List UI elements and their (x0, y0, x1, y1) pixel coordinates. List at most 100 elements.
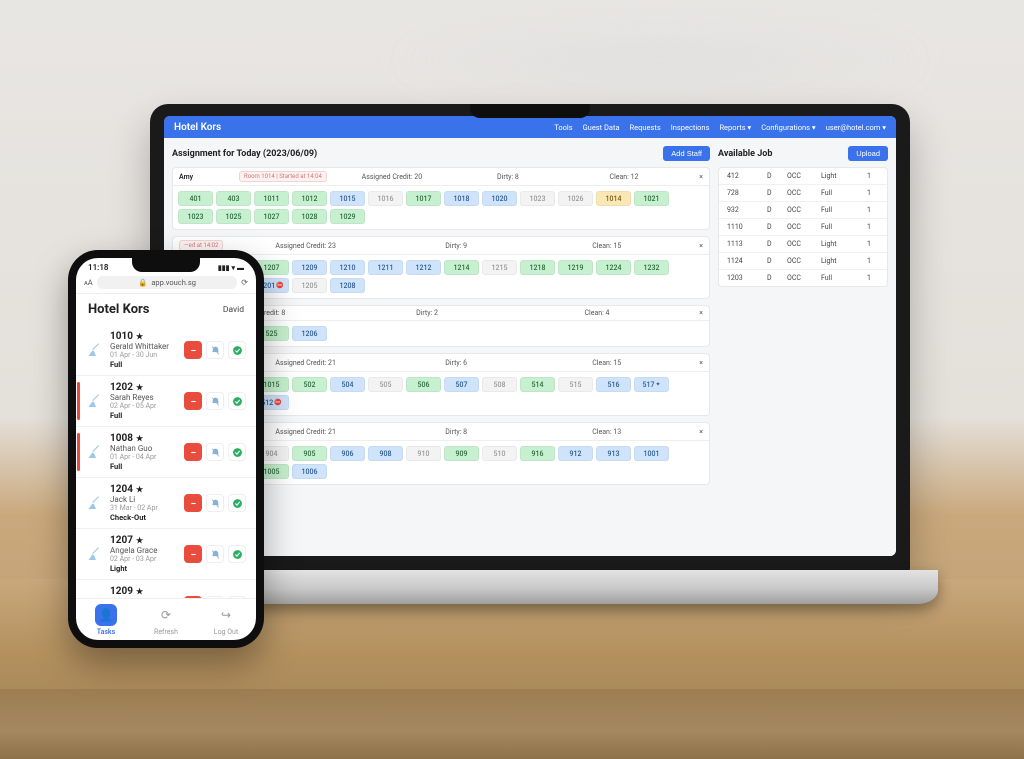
close-icon[interactable]: × (689, 359, 703, 367)
room-chip[interactable]: 912 (558, 446, 593, 461)
room-chip[interactable]: 909 (444, 446, 479, 461)
room-chip[interactable]: 908 (368, 446, 403, 461)
room-chip[interactable]: 1011 (254, 191, 289, 206)
room-chip[interactable]: 1018 (444, 191, 479, 206)
room-chip[interactable]: 1028 (292, 209, 327, 224)
room-chip[interactable]: 913 (596, 446, 631, 461)
task-row[interactable]: 1207★ Angela Grace 02 Apr - 03 Apr Light (76, 529, 256, 580)
url-field[interactable]: 🔒 app.vouch.sg (97, 276, 238, 289)
current-user[interactable]: David (223, 305, 244, 315)
dnd-button[interactable] (184, 443, 202, 461)
room-chip[interactable]: 508 (482, 377, 517, 392)
room-chip[interactable]: 1001 (634, 446, 669, 461)
room-chip[interactable]: 1232 (634, 260, 669, 275)
room-chip[interactable]: 504 (330, 377, 365, 392)
nav-item[interactable]: Configurations ▾ (761, 123, 815, 132)
room-chip[interactable]: 1214 (444, 260, 479, 275)
room-chip[interactable]: 506 (406, 377, 441, 392)
dnd-button[interactable] (184, 545, 202, 563)
room-chip[interactable]: 1211 (368, 260, 403, 275)
done-button[interactable] (228, 443, 246, 461)
close-icon[interactable]: × (689, 428, 703, 436)
room-chip[interactable]: 1029 (330, 209, 365, 224)
upload-button[interactable]: Upload (848, 146, 888, 161)
room-chip[interactable]: 1205 (292, 278, 327, 293)
nav-item[interactable]: Tools (554, 123, 572, 132)
room-chip[interactable]: 1224 (596, 260, 631, 275)
close-icon[interactable]: × (689, 242, 703, 250)
room-chip[interactable]: 516 (596, 377, 631, 392)
tab-refresh[interactable]: ⟳ Refresh (136, 599, 196, 640)
available-job-row[interactable]: 412 D OCC Light 1 (719, 168, 887, 185)
available-job-row[interactable]: 1124 D OCC Light 1 (719, 253, 887, 270)
nav-item[interactable]: Guest Data (583, 123, 620, 132)
available-job-row[interactable]: 1113 D OCC Light 1 (719, 236, 887, 253)
room-chip[interactable]: 910 (406, 446, 441, 461)
room-chip[interactable]: 1023 (520, 191, 555, 206)
nav-item[interactable]: Reports ▾ (719, 123, 751, 132)
room-chip[interactable]: 1012 (292, 191, 327, 206)
nav-item[interactable]: Inspections (671, 123, 710, 132)
mute-button[interactable] (206, 545, 224, 563)
room-chip[interactable]: 507 (444, 377, 479, 392)
dnd-button[interactable] (184, 494, 202, 512)
available-job-row[interactable]: 1203 D OCC Full 1 (719, 270, 887, 286)
add-staff-button[interactable]: Add Staff (663, 146, 710, 161)
dnd-button[interactable] (184, 341, 202, 359)
room-chip[interactable]: 1209 (292, 260, 327, 275)
tab-tasks[interactable]: 👤 Tasks (76, 599, 136, 640)
room-chip[interactable]: 1006 (292, 464, 327, 479)
task-row[interactable]: 1010★ Gerald Whittaker 01 Apr - 30 Jun F… (76, 325, 256, 376)
room-chip[interactable]: 1021 (634, 191, 669, 206)
done-button[interactable] (228, 596, 246, 598)
done-button[interactable] (228, 545, 246, 563)
dnd-button[interactable] (184, 392, 202, 410)
room-chip[interactable]: 916 (520, 446, 555, 461)
room-chip[interactable]: 1208 (330, 278, 365, 293)
room-chip[interactable]: 905 (292, 446, 327, 461)
room-chip[interactable]: 517✦ (634, 377, 669, 392)
nav-item[interactable]: user@hotel.com ▾ (826, 123, 886, 132)
room-chip[interactable]: 1218 (520, 260, 555, 275)
available-job-row[interactable]: 1110 D OCC Full 1 (719, 219, 887, 236)
room-chip[interactable]: 401 (178, 191, 213, 206)
mute-button[interactable] (206, 494, 224, 512)
room-chip[interactable]: 505 (368, 377, 403, 392)
room-chip[interactable]: 515 (558, 377, 593, 392)
room-chip[interactable]: 1014 (596, 191, 631, 206)
room-chip[interactable]: 1017 (406, 191, 441, 206)
done-button[interactable] (228, 494, 246, 512)
tab-logout[interactable]: ↪ Log Out (196, 599, 256, 640)
mute-button[interactable] (206, 596, 224, 598)
mute-button[interactable] (206, 443, 224, 461)
room-chip[interactable]: 1016 (368, 191, 403, 206)
room-chip[interactable]: 502 (292, 377, 327, 392)
close-icon[interactable]: × (689, 173, 703, 181)
room-chip[interactable]: 1020 (482, 191, 517, 206)
room-chip[interactable]: 1023 (178, 209, 213, 224)
room-chip[interactable]: 1026 (558, 191, 593, 206)
room-chip[interactable]: 1027 (254, 209, 289, 224)
room-chip[interactable]: 1219 (558, 260, 593, 275)
room-chip[interactable]: 1210 (330, 260, 365, 275)
mute-button[interactable] (206, 392, 224, 410)
nav-item[interactable]: Requests (630, 123, 661, 132)
room-chip[interactable]: 1215 (482, 260, 517, 275)
task-row[interactable]: 1202★ Sarah Reyes 02 Apr - 05 Apr Full (76, 376, 256, 427)
room-chip[interactable]: 403 (216, 191, 251, 206)
mute-button[interactable] (206, 341, 224, 359)
room-chip[interactable]: 510 (482, 446, 517, 461)
done-button[interactable] (228, 392, 246, 410)
room-chip[interactable]: 514 (520, 377, 555, 392)
available-job-row[interactable]: 728 D OCC Full 1 (719, 185, 887, 202)
task-row[interactable]: 1209★ Michelle Tent 02 Apr - 03 Apr Touc… (76, 580, 256, 598)
room-chip[interactable]: 1015 (330, 191, 365, 206)
refresh-icon[interactable]: ⟳ (241, 278, 248, 287)
available-job-row[interactable]: 932 D OCC Full 1 (719, 202, 887, 219)
task-list[interactable]: 1010★ Gerald Whittaker 01 Apr - 30 Jun F… (76, 325, 256, 598)
task-row[interactable]: 1008★ Nathan Guo 01 Apr - 04 Apr Full (76, 427, 256, 478)
room-chip[interactable]: 906 (330, 446, 365, 461)
room-chip[interactable]: 1206 (292, 326, 327, 341)
dnd-button[interactable] (184, 596, 202, 598)
task-row[interactable]: 1204★ Jack Li 31 Mar - 02 Apr Check-Out (76, 478, 256, 529)
